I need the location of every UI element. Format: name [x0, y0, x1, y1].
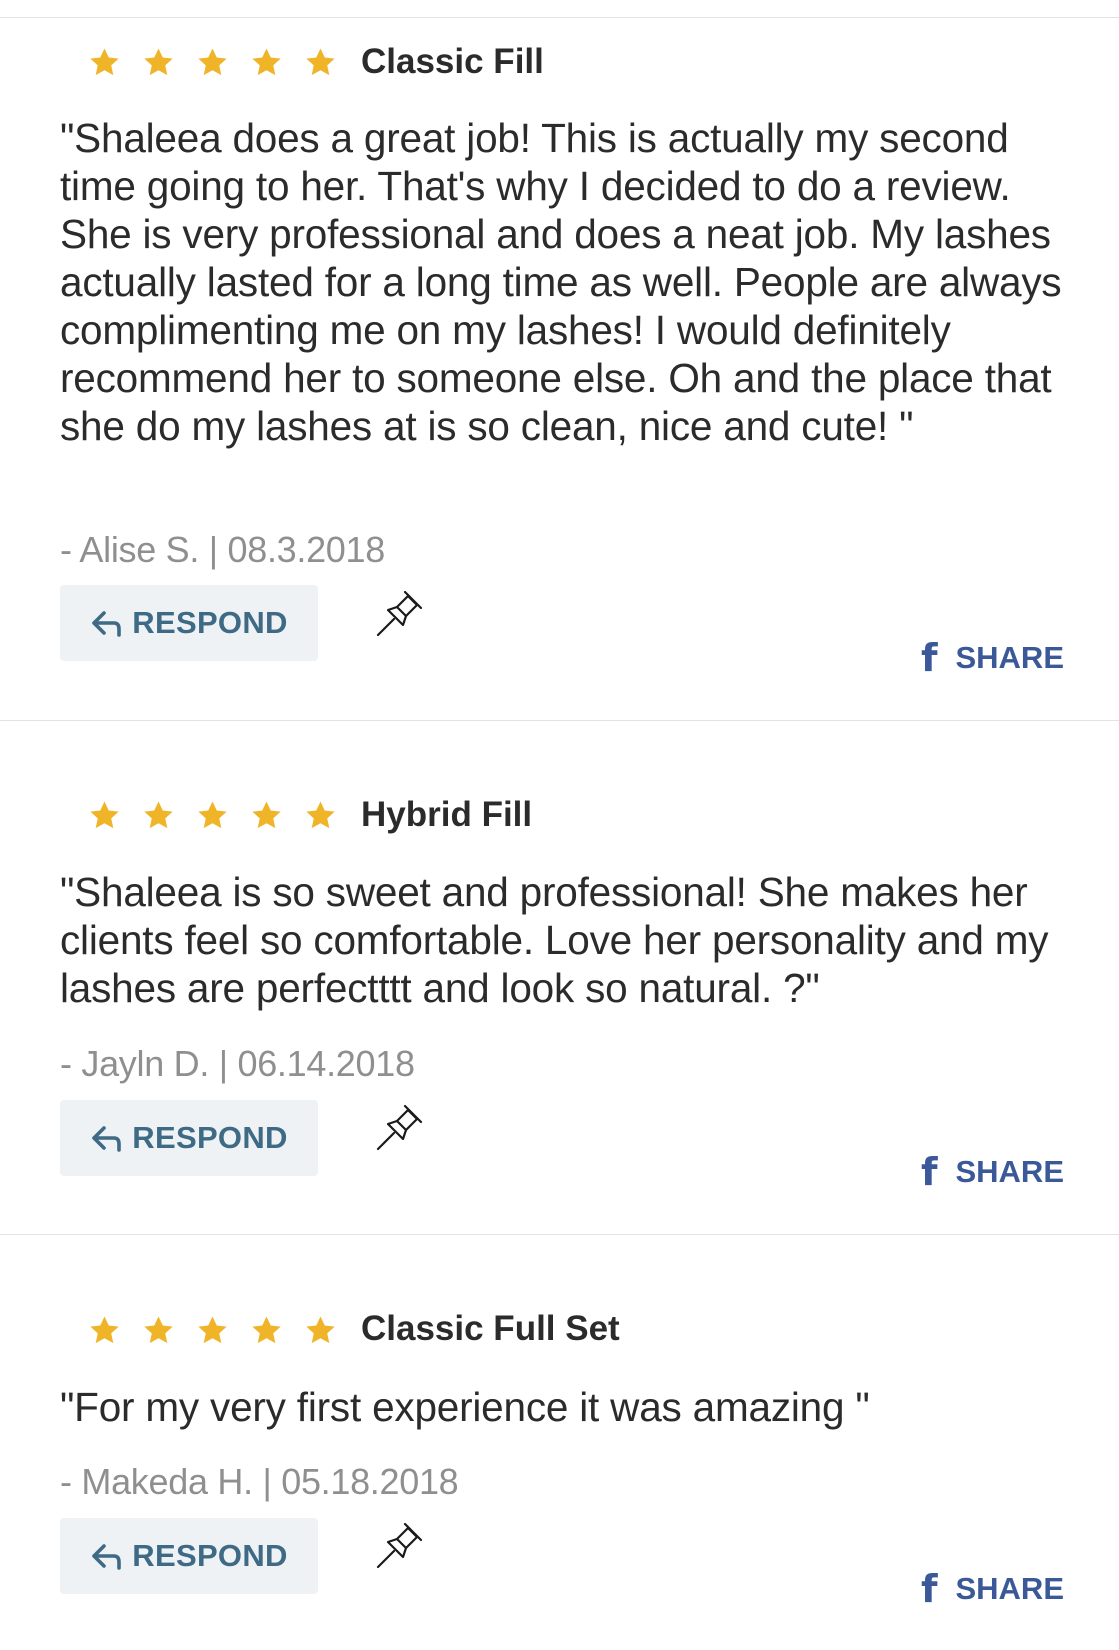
facebook-icon: f	[920, 636, 938, 680]
star-icon	[306, 48, 335, 76]
star-icon	[252, 48, 281, 76]
review-author-date: - Makeda H. | 05.18.2018	[60, 1461, 459, 1502]
share-button[interactable]: f SHARE	[921, 1150, 1064, 1194]
review-divider	[0, 720, 1119, 721]
review-card: Classic Fill "Shaleea does a great job! …	[0, 0, 1119, 721]
pushpin-icon[interactable]	[373, 1520, 425, 1572]
star-icon	[198, 48, 227, 76]
star-icon	[198, 801, 227, 829]
review-text: "For my very first experience it was ama…	[60, 1384, 870, 1430]
respond-button[interactable]: RESPOND	[60, 1100, 318, 1176]
respond-button-label: RESPOND	[132, 1538, 288, 1573]
star-icon	[144, 801, 173, 829]
review-service-title: Classic Fill	[361, 42, 544, 81]
review-text: "Shaleea is so sweet and professional! S…	[60, 869, 1049, 1011]
star-icon	[198, 1316, 227, 1344]
pushpin-icon[interactable]	[373, 1102, 425, 1154]
star-icon	[90, 801, 119, 829]
reply-arrow-icon	[92, 1544, 122, 1570]
review-author-date: - Alise S. | 08.3.2018	[60, 529, 385, 570]
facebook-icon: f	[920, 1567, 938, 1611]
star-icon	[90, 1316, 119, 1344]
star-rating	[88, 799, 337, 832]
facebook-icon: f	[920, 1150, 938, 1194]
respond-button-label: RESPOND	[132, 1120, 288, 1155]
respond-button-label: RESPOND	[132, 605, 288, 640]
reply-arrow-icon	[92, 611, 122, 637]
share-button-label: SHARE	[955, 1571, 1064, 1606]
respond-button[interactable]: RESPOND	[60, 1518, 318, 1594]
share-button[interactable]: f SHARE	[921, 1567, 1064, 1611]
review-author-date: - Jayln D. | 06.14.2018	[60, 1043, 415, 1084]
reply-arrow-icon	[92, 1126, 122, 1152]
share-button-label: SHARE	[955, 1154, 1064, 1189]
star-icon	[252, 1316, 281, 1344]
review-text: "Shaleea does a great job! This is actua…	[60, 115, 1062, 449]
star-icon	[306, 1316, 335, 1344]
respond-button[interactable]: RESPOND	[60, 585, 318, 661]
review-service-title: Hybrid Fill	[361, 795, 533, 834]
star-rating	[88, 46, 337, 79]
star-icon	[90, 48, 119, 76]
review-service-title: Classic Full Set	[361, 1309, 620, 1348]
share-button-label: SHARE	[955, 640, 1064, 675]
share-button[interactable]: f SHARE	[921, 636, 1064, 680]
review-divider	[0, 1234, 1119, 1235]
star-rating	[88, 1314, 337, 1347]
star-icon	[144, 1316, 173, 1344]
pushpin-icon[interactable]	[373, 588, 425, 640]
star-icon	[306, 801, 335, 829]
star-icon	[252, 801, 281, 829]
star-icon	[144, 48, 173, 76]
